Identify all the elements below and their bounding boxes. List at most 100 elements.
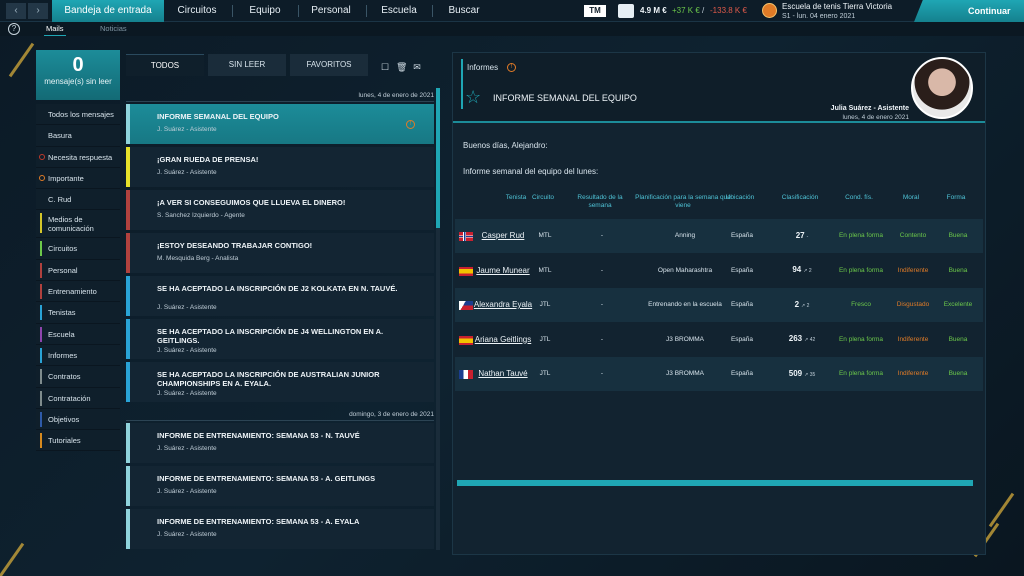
tab-search[interactable]: Buscar [434,0,494,22]
sidebar-item-label: Contratos [48,372,81,382]
club-badge-icon[interactable] [762,3,777,18]
sidebar-item[interactable]: Escuela [36,323,120,345]
sidebar-item[interactable]: Necesita respuesta [36,146,120,168]
sidebar-item[interactable]: Objetivos [36,408,120,431]
mail-subject: INFORME SEMANAL DEL EQUIPO [157,112,279,121]
rank-change: ↗ 2 [803,268,812,274]
rank-change: ↗ 35 [804,371,816,378]
mail-list-scrollbar[interactable] [436,88,440,550]
select-all-checkbox-icon[interactable]: ☐ [380,62,390,72]
table-cell-location: España [730,335,754,343]
sidebar-item[interactable]: Personal [36,259,120,282]
sender-avatar[interactable] [911,57,973,119]
mail-item[interactable]: ¡ESTOY DESEANDO TRABAJAR CONTIGO! M. Mesq… [126,233,434,273]
mail-item[interactable]: INFORME DE ENTRENAMIENTO: SEMANA 53 - A.… [126,509,434,549]
table-cell-name[interactable]: Nathan Tauvé [473,357,533,391]
continue-button[interactable]: Continuar [914,0,1024,22]
mail-item[interactable]: SE HA ACEPTADO LA INSCRIPCIÓN DE J4 WELL… [126,319,434,359]
table-cell-location: España [730,301,754,308]
category-color-bar [40,262,42,278]
help-icon[interactable]: ? [8,23,20,35]
trash-icon[interactable]: 🗑 [396,62,407,72]
table-cell-form: Buena [948,232,968,239]
sidebar-item[interactable]: Todos los mensajes [36,104,120,126]
mail-category-bar [126,104,130,144]
sidebar-item[interactable]: C. Rud [36,189,120,211]
sidebar-item[interactable]: Tutoriales [36,430,120,452]
mail-item[interactable]: ¡GRAN RUEDA DE PRENSA! J. Suárez - Asiste… [126,147,434,187]
sidebar-item-label: Basura [48,131,72,141]
category-color-bar [40,411,42,427]
mail-sender: S. Sanchez Izquierdo - Agente [157,212,245,219]
filter-unread-tab[interactable]: SIN LEER [208,54,286,76]
scroll-thumb[interactable] [436,88,440,228]
table-cell-result: - [600,232,604,239]
sidebar-item[interactable]: Basura [36,125,120,147]
table-cell-result: - [600,370,604,377]
expense-value: -133.8 K € [710,6,747,15]
subtab-mails[interactable]: Mails [44,22,66,36]
subtab-news[interactable]: Noticias [100,22,127,36]
table-row: Ariana Geitlings JTL - J3 BROMMA España 263 ↗ … [455,323,983,357]
tab-team[interactable]: Equipo [234,0,296,22]
category-color-bar [40,305,42,321]
mail-item[interactable]: SE HA ACEPTADO LA INSCRIPCIÓN DE J2 KOLK… [126,276,434,316]
sidebar-item-label: Medios de comunicación [48,215,94,234]
table-column-header: Circuito [531,194,555,201]
folder-list: Todos los mensajes Basura Necesita respues… [36,104,120,452]
tab-school[interactable]: Escuela [368,0,430,22]
money-divider: / [702,6,705,15]
money-icon [618,4,634,18]
report-category: Informes [467,63,499,72]
table-column-header: Ubicación [725,194,755,201]
mail-item[interactable]: INFORME SEMANAL DEL EQUIPO J. Suárez - As… [126,104,434,144]
table-cell-circuit: JTL [539,335,551,343]
filter-all-tab[interactable]: TODOS [126,54,204,76]
mail-subject: SE HA ACEPTADO LA INSCRIPCIÓN DE J2 KOLK… [157,284,398,293]
tab-inbox[interactable]: Bandeja de entrada [52,0,164,22]
table-cell-location: España [730,232,754,239]
rank-value: 94 [792,265,802,274]
table-cell-condition: En plena forma [838,335,884,343]
sidebar-item[interactable]: Contratos [36,366,120,388]
mail-sender: J. Suárez - Asistente [157,390,217,397]
country-flag-icon [459,232,473,241]
mail-category-bar [126,466,130,506]
rank-value: 509 [788,368,803,378]
tab-staff[interactable]: Personal [300,0,362,22]
table-cell-form: Buena [948,335,968,343]
sidebar-item[interactable]: Importante [36,167,120,190]
table-column-header: Clasificación [781,194,819,201]
tab-divider [366,5,367,17]
table-cell-name[interactable]: Ariana Geitlings [473,323,533,357]
sidebar-item[interactable]: Circuitos [36,238,120,260]
reply-needed-icon [39,153,45,160]
back-button[interactable]: ‹ [6,3,26,19]
table-row: Nathan Tauvé JTL - J3 BROMMA España 509 ↗ 35 En… [455,357,983,391]
sidebar-item-label: Entrenamiento [48,287,97,297]
forward-button[interactable]: › [28,3,48,19]
category-color-bar [40,369,42,385]
mail-subject: SE HA ACEPTADO LA INSCRIPCIÓN DE AUSTRAL… [157,370,380,388]
sidebar-item[interactable]: Contratación [36,387,120,409]
sidebar-item[interactable]: Entrenamiento [36,281,120,303]
sidebar-item[interactable]: Informes [36,344,120,367]
favorite-star-icon[interactable]: ☆ [465,87,481,108]
table-cell-name[interactable]: Jaume Munear [473,254,533,288]
mail-item[interactable]: SE HA ACEPTADO LA INSCRIPCIÓN DE AUSTRAL… [126,362,434,402]
sidebar-item[interactable]: Tenistas [36,302,120,324]
table-cell-condition: Fresco [851,301,871,308]
filter-favorites-tab[interactable]: FAVORITOS [290,54,368,76]
mail-category-bar [126,276,130,316]
tab-circuits[interactable]: Circuitos [166,0,228,22]
mail-item[interactable]: ¡A VER SI CONSEGUIMOS QUE LLUEVA EL DINE… [126,190,434,230]
sender-date: lunes, 4 de enero 2021 [842,114,910,121]
sidebar-item-label: Tenistas [48,308,76,318]
mark-read-envelope-icon[interactable]: ✉ [412,62,422,72]
mail-item[interactable]: INFORME DE ENTRENAMIENTO: SEMANA 53 - A.… [126,466,434,506]
table-cell-name[interactable]: Alexandra Eyala [473,288,533,322]
mail-item[interactable]: INFORME DE ENTRENAMIENTO: SEMANA 53 - N.… [126,423,434,463]
country-flag-icon [459,335,473,345]
table-cell-name[interactable]: Casper Rud [473,219,533,253]
sidebar-item[interactable]: Medios de comunicación [36,210,120,239]
